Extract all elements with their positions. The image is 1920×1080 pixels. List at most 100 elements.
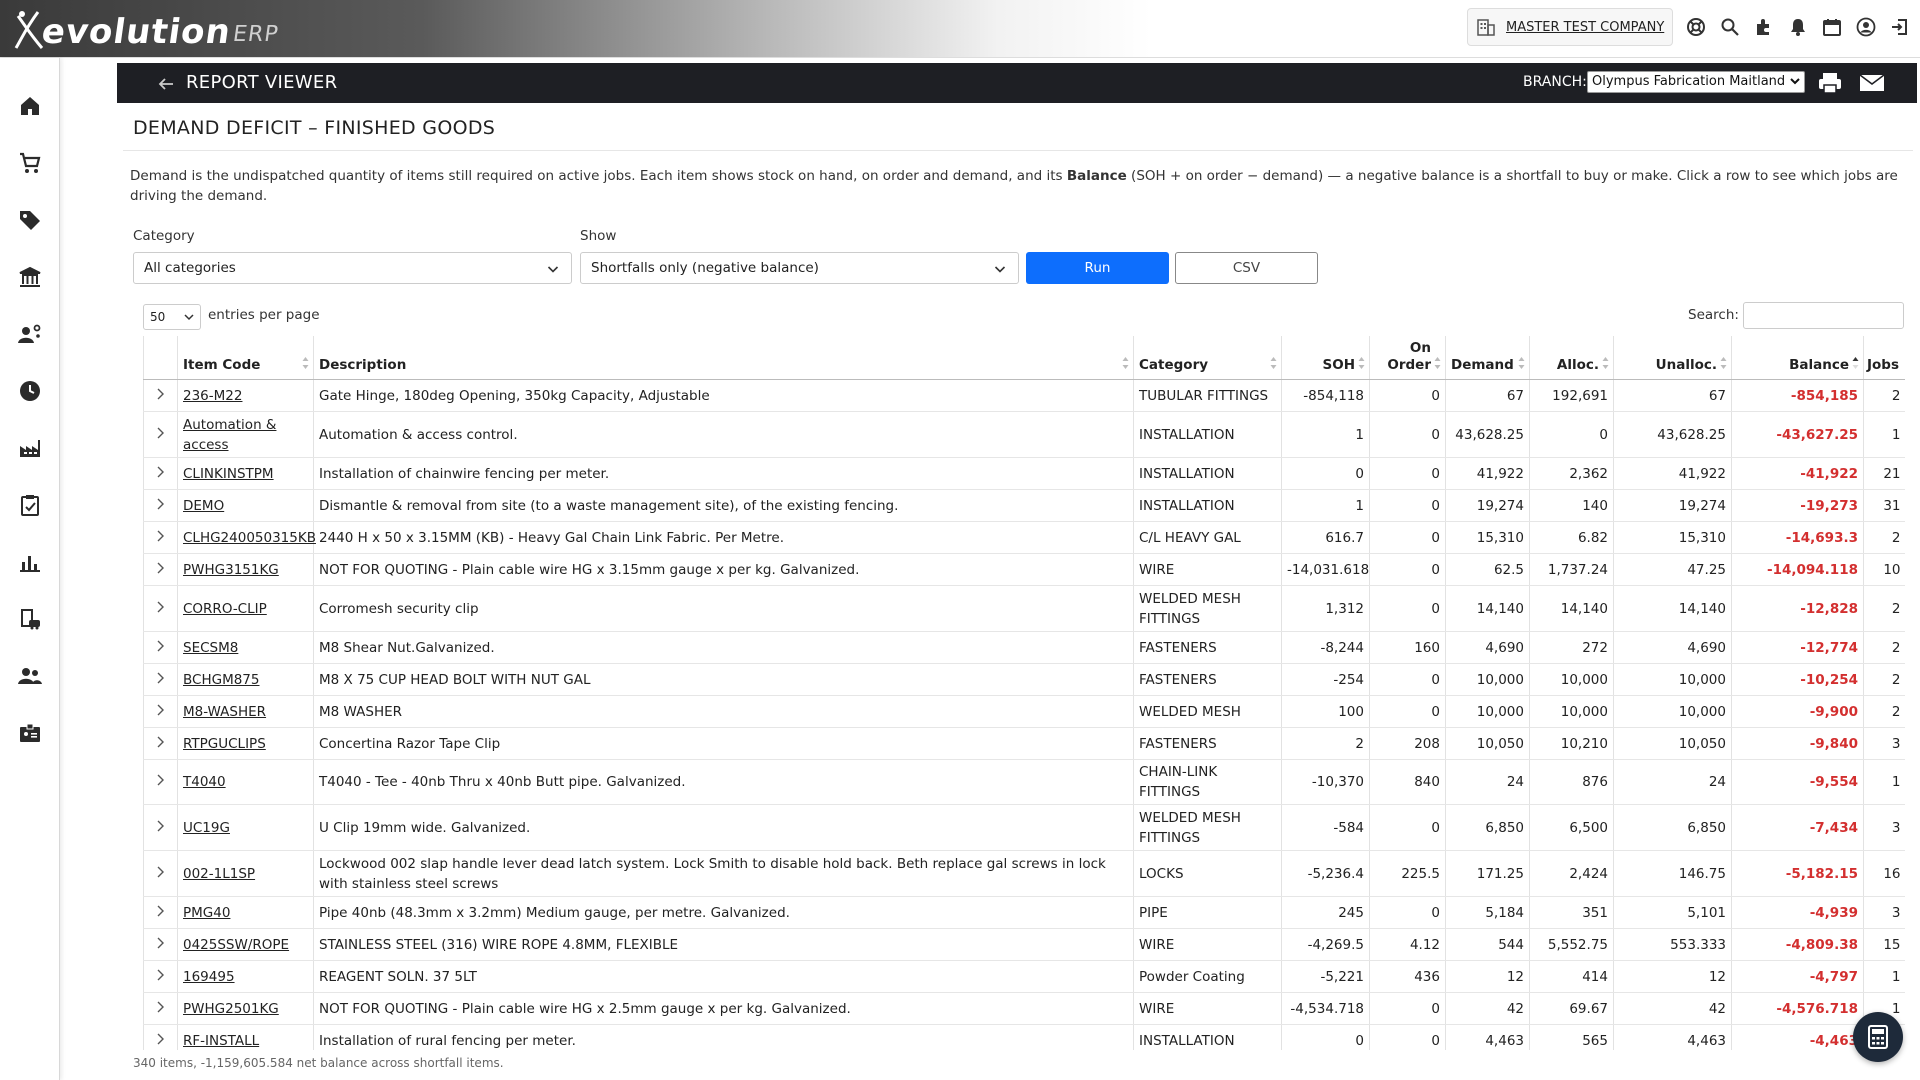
users-icon[interactable] — [0, 656, 60, 696]
table-row[interactable]: CORRO-CLIP Corromesh security clip WELDED … — [143, 585, 1905, 632]
table-row[interactable]: Automation & access Automation & access c… — [143, 411, 1905, 458]
item-code-text[interactable]: BCHGM875 — [183, 672, 259, 688]
item-code-link[interactable]: 002-1L1SP — [177, 850, 314, 897]
expand-toggle[interactable] — [143, 663, 178, 696]
item-code-link[interactable]: 0425SSW/ROPE — [177, 928, 314, 961]
col-description[interactable]: Description — [313, 336, 1134, 380]
table-row[interactable]: M8-WASHER M8 WASHER WELDED MESH 100 0 10,000 1… — [143, 695, 1905, 728]
item-code-link[interactable]: RTPGUCLIPS — [177, 727, 314, 760]
item-code-link[interactable]: 169495 — [177, 960, 314, 993]
logo[interactable]: evolution ERP — [12, 8, 280, 52]
building-car-icon[interactable] — [0, 599, 60, 639]
calendar-icon[interactable] — [1820, 14, 1844, 40]
item-code-link[interactable]: CORRO-CLIP — [177, 585, 314, 632]
item-code-text[interactable]: CORRO-CLIP — [183, 601, 267, 617]
search-icon[interactable] — [1718, 14, 1742, 40]
home-icon[interactable] — [0, 86, 60, 126]
id-card-icon[interactable] — [0, 713, 60, 753]
table-row[interactable]: BCHGM875 M8 X 75 CUP HEAD BOLT WITH NUT G… — [143, 663, 1905, 696]
expand-toggle[interactable] — [143, 521, 178, 554]
item-code-text[interactable]: SECSM8 — [183, 640, 238, 656]
col-demand[interactable]: Demand — [1445, 336, 1530, 380]
table-row[interactable]: DEMO Dismantle & removal from site (to a … — [143, 489, 1905, 522]
col-category[interactable]: Category — [1133, 336, 1282, 380]
user-icon[interactable] — [1854, 14, 1878, 40]
item-code-text[interactable]: CLHG240050315KB — [183, 530, 316, 546]
item-code-link[interactable]: CLHG240050315KB — [177, 521, 316, 554]
expand-toggle[interactable] — [143, 585, 178, 632]
back-arrow-icon[interactable] — [157, 75, 175, 93]
people-settings-icon[interactable] — [0, 314, 60, 354]
item-code-text[interactable]: 236-M22 — [183, 388, 242, 404]
bell-icon[interactable] — [1786, 14, 1810, 40]
table-row[interactable]: CLINKINSTPM Installation of chainwire fen… — [143, 457, 1905, 490]
col-item-code[interactable]: Item Code — [177, 336, 314, 380]
table-row[interactable]: UC19G U Clip 19mm wide. Galvanized. WELDED… — [143, 804, 1905, 851]
col-alloc[interactable]: Alloc. — [1529, 336, 1614, 380]
expand-toggle[interactable] — [143, 379, 178, 412]
expand-toggle[interactable] — [143, 896, 178, 929]
table-row[interactable]: SECSM8 M8 Shear Nut.Galvanized. FASTENERS -… — [143, 631, 1905, 664]
table-row[interactable]: PMG40 Pipe 40nb (48.3mm x 3.2mm) Medium g… — [143, 896, 1905, 929]
expand-toggle[interactable] — [143, 695, 178, 728]
expand-toggle[interactable] — [143, 489, 178, 522]
category-select[interactable]: All categories — [133, 252, 572, 284]
item-code-link[interactable]: M8-WASHER — [177, 695, 314, 728]
clock-icon[interactable] — [0, 371, 60, 411]
plugin-icon[interactable] — [1752, 14, 1776, 40]
table-row[interactable]: 002-1L1SP Lockwood 002 slap handle lever … — [143, 850, 1905, 897]
col-on-order[interactable]: On Order — [1369, 336, 1446, 380]
search-input[interactable] — [1743, 302, 1904, 329]
logout-icon[interactable] — [1888, 14, 1912, 40]
table-row[interactable]: RF-INSTALL Installation of rural fencing … — [143, 1024, 1905, 1050]
expand-toggle[interactable] — [143, 1024, 178, 1050]
cart-icon[interactable] — [0, 143, 60, 183]
item-code-text[interactable]: 0425SSW/ROPE — [183, 937, 289, 953]
item-code-link[interactable]: UC19G — [177, 804, 314, 851]
item-code-link[interactable]: PWHG3151KG — [177, 553, 314, 586]
expand-toggle[interactable] — [143, 928, 178, 961]
item-code-text[interactable]: PMG40 — [183, 905, 230, 921]
item-code-link[interactable]: 236-M22 — [177, 379, 314, 412]
item-code-text[interactable]: M8-WASHER — [183, 704, 266, 720]
expand-toggle[interactable] — [143, 960, 178, 993]
item-code-link[interactable]: Automation & access — [177, 411, 314, 458]
clipboard-check-icon[interactable] — [0, 485, 60, 525]
expand-toggle[interactable] — [143, 553, 178, 586]
item-code-link[interactable]: RF-INSTALL — [177, 1024, 314, 1050]
item-code-link[interactable]: PMG40 — [177, 896, 314, 929]
item-code-text[interactable]: T4040 — [183, 774, 226, 790]
bank-icon[interactable] — [0, 257, 60, 297]
table-row[interactable]: CLHG240050315KB 2440 H x 50 x 3.15MM (KB)… — [143, 521, 1905, 554]
item-code-link[interactable]: SECSM8 — [177, 631, 314, 664]
expand-toggle[interactable] — [143, 992, 178, 1025]
expand-toggle[interactable] — [143, 850, 178, 897]
item-code-link[interactable]: BCHGM875 — [177, 663, 314, 696]
expand-toggle[interactable] — [143, 457, 178, 490]
help-icon[interactable] — [1684, 14, 1708, 40]
expand-toggle[interactable] — [143, 804, 178, 851]
table-row[interactable]: 0425SSW/ROPE STAINLESS STEEL (316) WIRE R… — [143, 928, 1905, 961]
item-code-link[interactable]: DEMO — [177, 489, 314, 522]
item-code-text[interactable]: 169495 — [183, 969, 235, 985]
item-code-text[interactable]: PWHG2501KG — [183, 1001, 279, 1017]
entries-per-page-select[interactable]: 50 — [143, 304, 201, 330]
csv-button[interactable]: CSV — [1175, 252, 1318, 284]
item-code-text[interactable]: DEMO — [183, 498, 224, 514]
col-jobs[interactable]: Jobs — [1863, 336, 1905, 380]
col-soh[interactable]: SOH — [1281, 336, 1370, 380]
branch-select[interactable]: Olympus Fabrication Maitland — [1587, 71, 1805, 93]
item-code-text[interactable]: PWHG3151KG — [183, 562, 279, 578]
expand-toggle[interactable] — [143, 727, 178, 760]
print-icon[interactable] — [1817, 71, 1843, 95]
bar-chart-icon[interactable] — [0, 542, 60, 582]
calculator-button[interactable] — [1853, 1012, 1903, 1062]
tag-icon[interactable] — [0, 200, 60, 240]
item-code-text[interactable]: RF-INSTALL — [183, 1033, 259, 1049]
table-row[interactable]: 169495 REAGENT SOLN. 37 5LT Powder Coating… — [143, 960, 1905, 993]
item-code-link[interactable]: T4040 — [177, 759, 314, 805]
col-unalloc[interactable]: Unalloc. — [1613, 336, 1732, 380]
company-selector[interactable]: MASTER TEST COMPANY — [1467, 8, 1673, 46]
col-balance[interactable]: Balance — [1731, 336, 1864, 380]
expand-toggle[interactable] — [143, 631, 178, 664]
